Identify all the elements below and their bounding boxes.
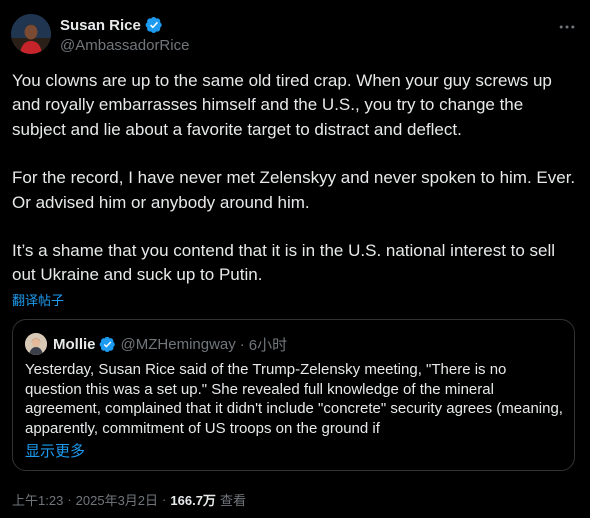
avatar[interactable] — [11, 14, 51, 54]
author-block: Susan Rice @AmbassadorRice — [60, 15, 189, 55]
view-count-label: 查看 — [219, 493, 246, 508]
verified-badge-icon[interactable] — [145, 16, 163, 34]
separator-dot: · — [67, 492, 72, 507]
show-more-link[interactable]: 显示更多 — [25, 440, 85, 461]
tweet-paragraph: It’s a shame that you contend that it is… — [12, 241, 556, 285]
verified-badge-icon — [99, 336, 116, 353]
quoted-tweet-header: Mollie @MZHemingway · 6小时 — [25, 333, 287, 355]
tweet-meta: 上午1:23 · 2025年3月2日 · 166.7万 查看 — [12, 490, 246, 509]
more-horizontal-icon[interactable] — [554, 14, 580, 40]
tweet-time[interactable]: 上午1:23 — [12, 490, 63, 509]
tweet-date[interactable]: 2025年3月2日 — [76, 490, 158, 509]
quoted-timestamp[interactable]: 6小时 — [249, 334, 287, 355]
quoted-author-name[interactable]: Mollie — [53, 336, 96, 353]
tweet: Susan Rice @AmbassadorRice You clowns ar… — [0, 0, 590, 518]
author-name-row: Susan Rice — [60, 15, 189, 35]
tweet-text: You clowns are up to the same old tired … — [12, 69, 578, 288]
translate-post-link[interactable]: 翻译帖子 — [12, 290, 64, 309]
quoted-avatar[interactable] — [25, 333, 47, 355]
tweet-paragraph: For the record, I have never met Zelensk… — [12, 168, 576, 212]
quoted-tweet-text: Yesterday, Susan Rice said of the Trump-… — [25, 361, 563, 438]
view-count[interactable]: 166.7万 — [170, 490, 216, 509]
quoted-author-handle[interactable]: @MZHemingway — [121, 336, 236, 353]
tweet-paragraph: You clowns are up to the same old tired … — [12, 71, 552, 139]
author-name[interactable]: Susan Rice — [60, 17, 141, 34]
avatar-image — [11, 14, 51, 54]
separator-dot: · — [162, 492, 167, 507]
quoted-tweet[interactable]: Mollie @MZHemingway · 6小时 Yesterday, Sus… — [12, 319, 575, 471]
separator-dot: · — [239, 335, 245, 353]
author-handle[interactable]: @AmbassadorRice — [60, 37, 189, 54]
